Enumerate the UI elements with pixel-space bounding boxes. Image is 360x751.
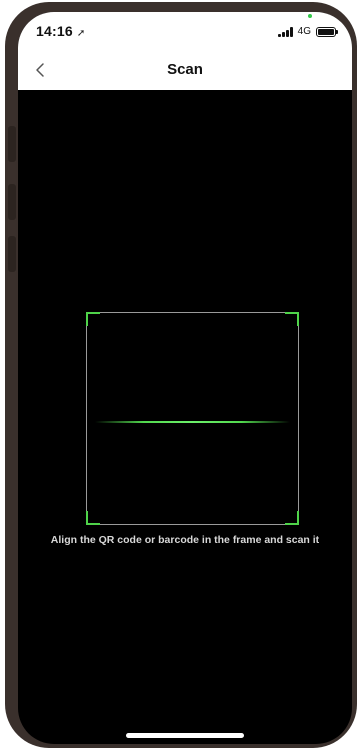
scan-frame-corner-bottom-right <box>285 511 299 525</box>
scan-frame-corner-top-right <box>285 312 299 326</box>
signal-bars-icon <box>277 26 293 37</box>
phone-frame: 14:16 ➚ 4G Scan Align the QR code or bar… <box>5 2 357 748</box>
scan-frame-corner-bottom-left <box>86 511 100 525</box>
network-type: 4G <box>297 26 311 37</box>
scan-hint-text: Align the QR code or barcode in the fram… <box>50 534 320 546</box>
status-bar: 14:16 ➚ 4G <box>18 12 352 50</box>
screen: 14:16 ➚ 4G Scan Align the QR code or bar… <box>18 12 352 744</box>
location-arrow-icon: ➚ <box>76 28 86 39</box>
page-title: Scan <box>167 61 203 78</box>
status-time: 14:16 ➚ <box>36 23 85 39</box>
scan-frame <box>86 312 299 525</box>
home-indicator[interactable] <box>126 733 244 738</box>
battery-icon <box>316 26 338 37</box>
status-time-text: 14:16 <box>36 23 73 39</box>
side-button-volume-down <box>8 236 16 272</box>
status-indicators: 4G <box>277 26 338 37</box>
scan-frame-corner-top-left <box>86 312 100 326</box>
navigation-bar: Scan <box>18 50 352 90</box>
scan-line <box>95 421 290 423</box>
side-button-volume-up <box>8 184 16 220</box>
privacy-indicator <box>308 14 312 18</box>
side-button-mute <box>8 126 16 162</box>
